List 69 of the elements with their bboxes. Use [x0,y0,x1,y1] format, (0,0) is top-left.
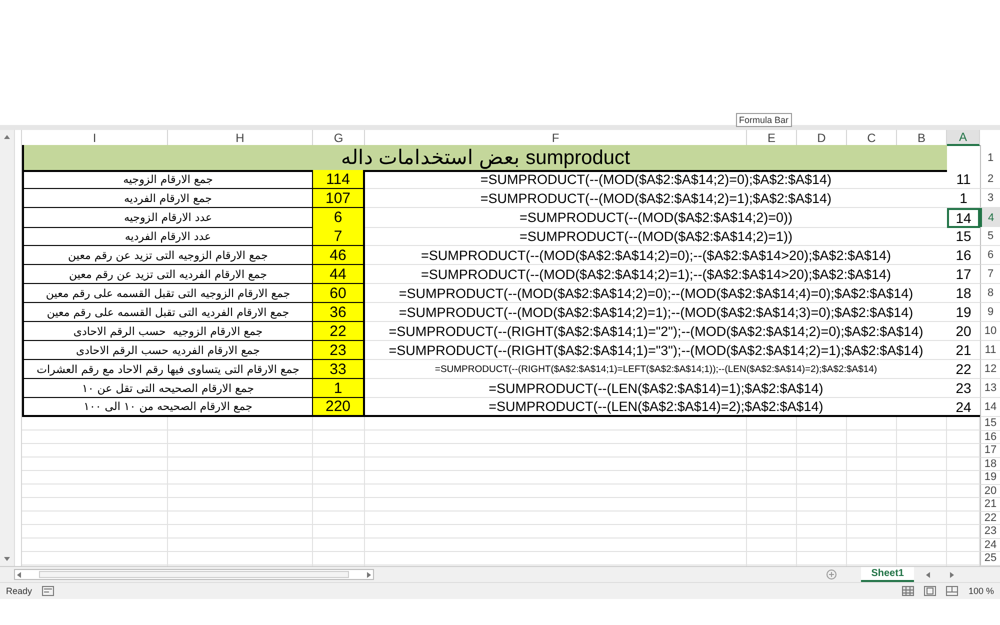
row-header[interactable]: 19 [980,471,1000,484]
horizontal-scrollbar[interactable] [14,569,374,580]
formula-cell: =SUMPRODUCT(--(MOD($A$2:$A$14;2)=1)) [365,227,947,246]
tooltip: Formula Bar [736,113,792,127]
zoom-level[interactable]: 100 % [968,586,994,596]
vertical-scrollbar[interactable] [0,130,15,566]
sheet-tab[interactable]: Sheet1 [861,567,914,582]
row-header[interactable]: 15 [980,417,1000,430]
result-cell: 114 [313,170,365,189]
result-cell: 220 [313,398,365,417]
scroll-up-icon[interactable] [3,133,11,141]
normal-view-icon[interactable] [902,586,914,596]
add-sheet-icon[interactable] [826,569,838,580]
row-header[interactable]: 25 [980,552,1000,566]
row-header[interactable]: 24 [980,538,1000,552]
formula-cell: =SUMPRODUCT(--(MOD($A$2:$A$14;2)=1);$A$2:$A$14) [365,189,947,208]
result-cell: 23 [313,341,365,360]
row-header[interactable]: 4 [980,208,1000,228]
formula-cell: =SUMPRODUCT(--(MOD($A$2:$A$14;2)=0);--(MOD($A$2:$A$14;4)=0);$A$2:$A$14) [365,284,947,303]
result-cell: 6 [313,208,365,228]
row-header[interactable]: 7 [980,265,1000,284]
row-header[interactable]: 14 [980,398,1000,417]
row-header[interactable]: 2 [980,170,1000,189]
row-header[interactable]: 13 [980,379,1000,398]
row-header[interactable]: 21 [980,498,1000,512]
row-header[interactable]: 11 [980,341,1000,360]
formula-cell: =SUMPRODUCT(--(RIGHT($A$2:$A$14;1)="3");--(MOD($A$2:$A$14;2)=1);$A$2:$A$14) [365,341,947,360]
status-text: Ready [6,586,32,596]
value-cell[interactable]: 14 [947,208,980,228]
row-header[interactable]: 23 [980,525,1000,538]
scroll-right-icon[interactable] [365,570,373,578]
result-cell: 1 [313,379,365,398]
row-header[interactable]: 18 [980,458,1000,471]
row-header[interactable]: 9 [980,303,1000,322]
row-header[interactable]: 3 [980,189,1000,208]
result-cell: 60 [313,284,365,303]
result-cell: 22 [313,322,365,341]
formula-cell: =SUMPRODUCT(--(MOD($A$2:$A$14;2)=0);$A$2:$A$14) [365,170,947,189]
formula-cell: =SUMPRODUCT(--(RIGHT($A$2:$A$14;1)=LEFT($A$2:$A$14;1));--(LEN($A$2:$A$14)=2);$A$2:$A$14) [365,360,947,379]
result-cell: 46 [313,246,365,265]
result-cell: 36 [313,303,365,322]
row-header[interactable]: 8 [980,284,1000,303]
formula-cell: =SUMPRODUCT(--(MOD($A$2:$A$14;2)=0)) [365,208,947,228]
page-layout-icon[interactable] [924,586,936,596]
result-cell: 107 [313,189,365,208]
formula-cell: =SUMPRODUCT(--(MOD($A$2:$A$14;2)=0);--($A$2:$A$14>20);$A$2:$A$14) [365,246,947,265]
row-header[interactable]: 16 [980,430,1000,444]
page-break-icon[interactable] [946,586,958,596]
result-cell: 33 [313,360,365,379]
scroll-down-icon[interactable] [3,555,11,563]
row-header[interactable]: 10 [980,322,1000,341]
result-cell: 44 [313,265,365,284]
row-header[interactable]: 22 [980,512,1000,525]
scroll-left-icon[interactable] [15,570,23,578]
row-header[interactable]: 17 [980,444,1000,458]
result-cell: 7 [313,227,365,246]
formula-cell: =SUMPRODUCT(--(LEN($A$2:$A$14)=1);$A$2:$A$14) [365,379,947,398]
row-header[interactable]: 12 [980,360,1000,379]
column-header[interactable]: A [947,130,980,146]
previous-sheet-icon[interactable] [924,570,932,578]
macro-icon[interactable] [42,586,54,596]
next-sheet-icon[interactable] [948,570,956,578]
row-header[interactable]: 20 [980,484,1000,498]
formula-cell: =SUMPRODUCT(--(RIGHT($A$2:$A$14;1)="2");--(MOD($A$2:$A$14;2)=0);$A$2:$A$14) [365,322,947,341]
title-cell: بعض استخدامات داله sumproduct [22,145,947,172]
formula-cell: =SUMPRODUCT(--(MOD($A$2:$A$14;2)=1);--(MOD($A$2:$A$14;3)=0);$A$2:$A$14) [365,303,947,322]
row-header[interactable]: 6 [980,246,1000,265]
formula-cell: =SUMPRODUCT(--(MOD($A$2:$A$14;2)=1);--($A$2:$A$14>20);$A$2:$A$14) [365,265,947,284]
row-header[interactable]: 5 [980,227,1000,246]
